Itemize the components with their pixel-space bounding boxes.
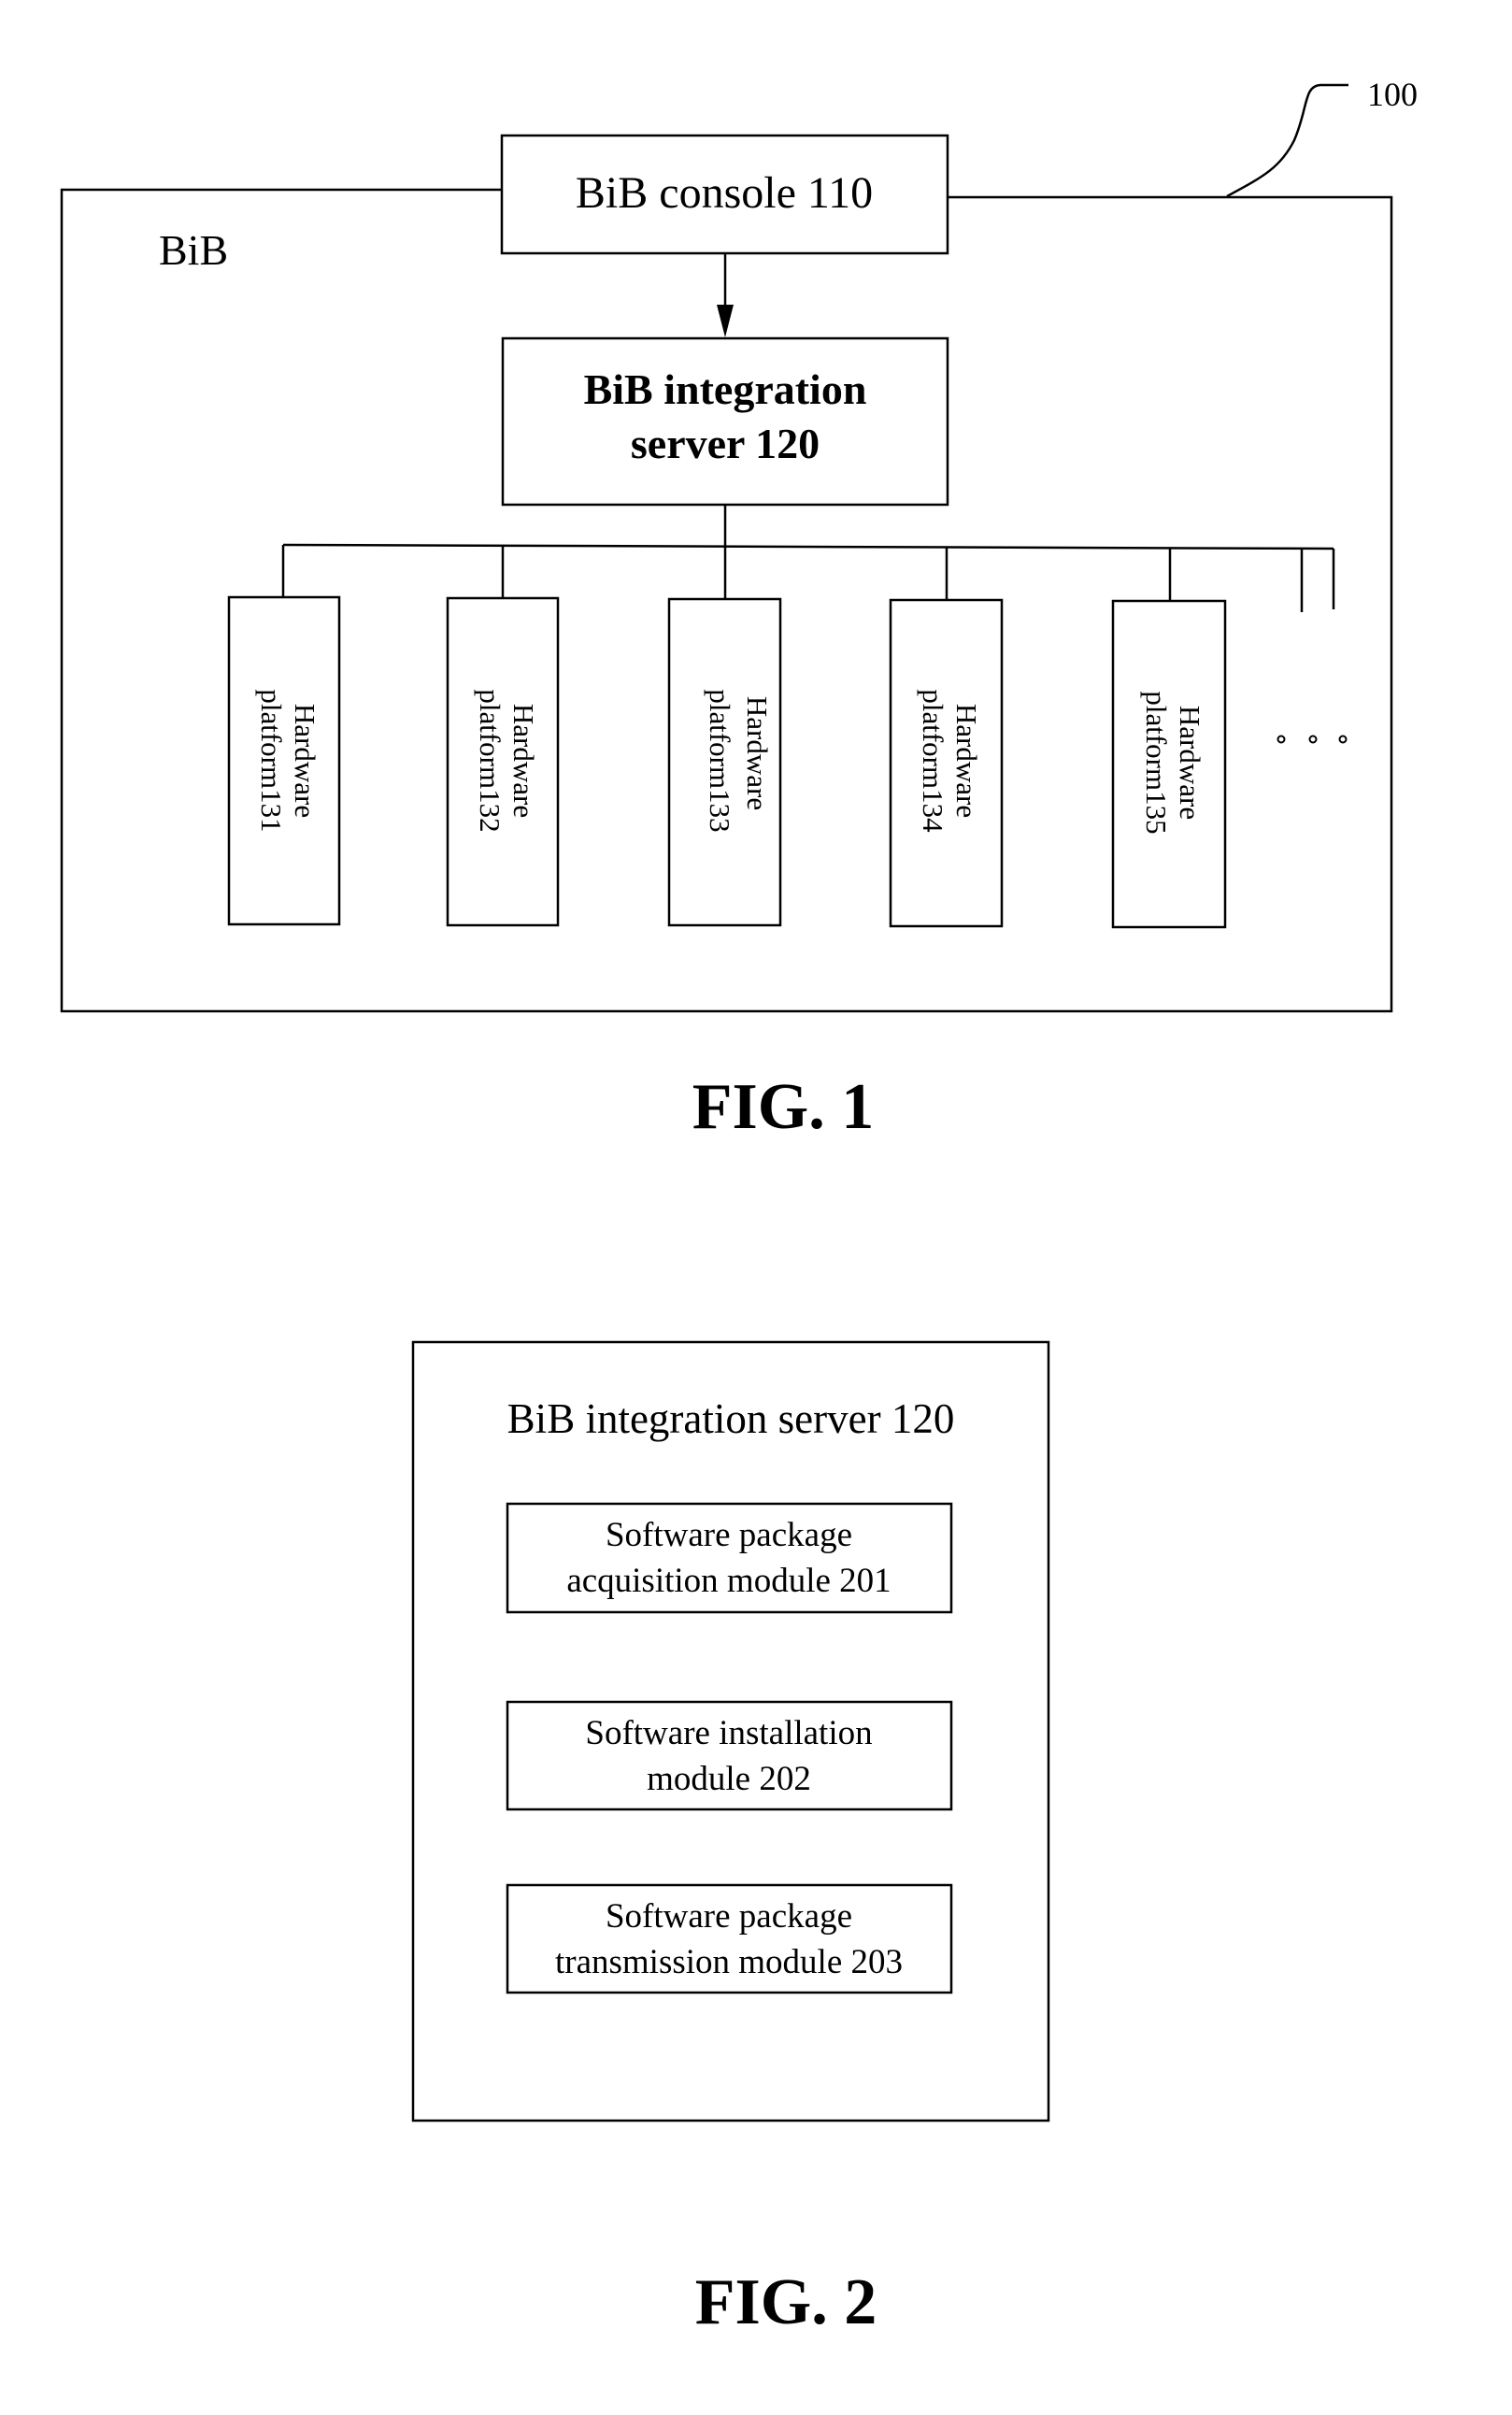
module-label-line2: transmission module 203 [555,1943,903,1981]
module-label-line2: module 202 [647,1760,811,1798]
fig2: BiB integration server 120 Software pack… [411,1340,1050,2338]
bib-integration-server-box[interactable]: BiB integration server 120 [501,336,949,507]
hardware-platform-label-line1: Hardware [289,704,321,818]
hardware-platform-label-line2: platform135 [1140,691,1173,834]
fig1: 100 BiB BiB console 110 BiB integration … [60,76,1418,1143]
hardware-platform-label-line1: Hardware [741,696,774,810]
hardware-platform-134[interactable]: Hardware platform134 [889,598,1004,928]
hardware-platform-133[interactable]: Hardware platform133 [667,597,782,927]
hardware-platform-label-line2: platform134 [917,689,949,833]
reference-label-100: 100 [1367,76,1418,113]
fig2-title: BiB integration server 120 [507,1395,955,1442]
integration-server-label-line2: server 120 [631,420,820,467]
fig1-caption: FIG. 1 [692,1071,874,1143]
module-label-line2: acquisition module 201 [566,1562,891,1600]
hardware-platform-label-line2: platform132 [474,689,506,832]
module-label-line1: Software package [606,1516,852,1554]
patent-drawing: 100 BiB BiB console 110 BiB integration … [60,76,1418,2338]
module-label-line1: Software installation [585,1714,872,1752]
hardware-platforms: Hardware platform131 Hardware platform13… [227,595,1227,929]
reference-leader-line [1226,83,1348,198]
hardware-platform-label-line1: Hardware [1174,706,1206,820]
bib-console-label: BiB console 110 [576,168,873,218]
hardware-platform-label-line2: platform131 [255,689,288,832]
module-201-box[interactable]: Software package acquisition module 201 [506,1502,953,1614]
hardware-platform-131[interactable]: Hardware platform131 [227,595,341,926]
distribution-bus-line [282,543,1334,550]
module-203-box[interactable]: Software package transmission module 203 [506,1883,953,1994]
hardware-platform-label-line1: Hardware [507,704,540,818]
hardware-platform-label-line2: platform133 [704,689,736,832]
hardware-platform-label-line1: Hardware [950,704,983,818]
integration-server-label-line1: BiB integration [584,365,867,413]
container-label-bib: BiB [159,226,228,274]
module-202-box[interactable]: Software installation module 202 [506,1700,953,1811]
module-label-line1: Software package [606,1897,852,1936]
bib-console-box[interactable]: BiB console 110 [500,134,949,255]
more-platforms-ellipsis-icon [1277,735,1348,744]
fig2-caption: FIG. 2 [695,2266,877,2338]
arrowhead-icon [717,305,734,337]
hardware-platform-132[interactable]: Hardware platform132 [446,596,560,927]
hardware-platform-135[interactable]: Hardware platform135 [1111,599,1227,929]
